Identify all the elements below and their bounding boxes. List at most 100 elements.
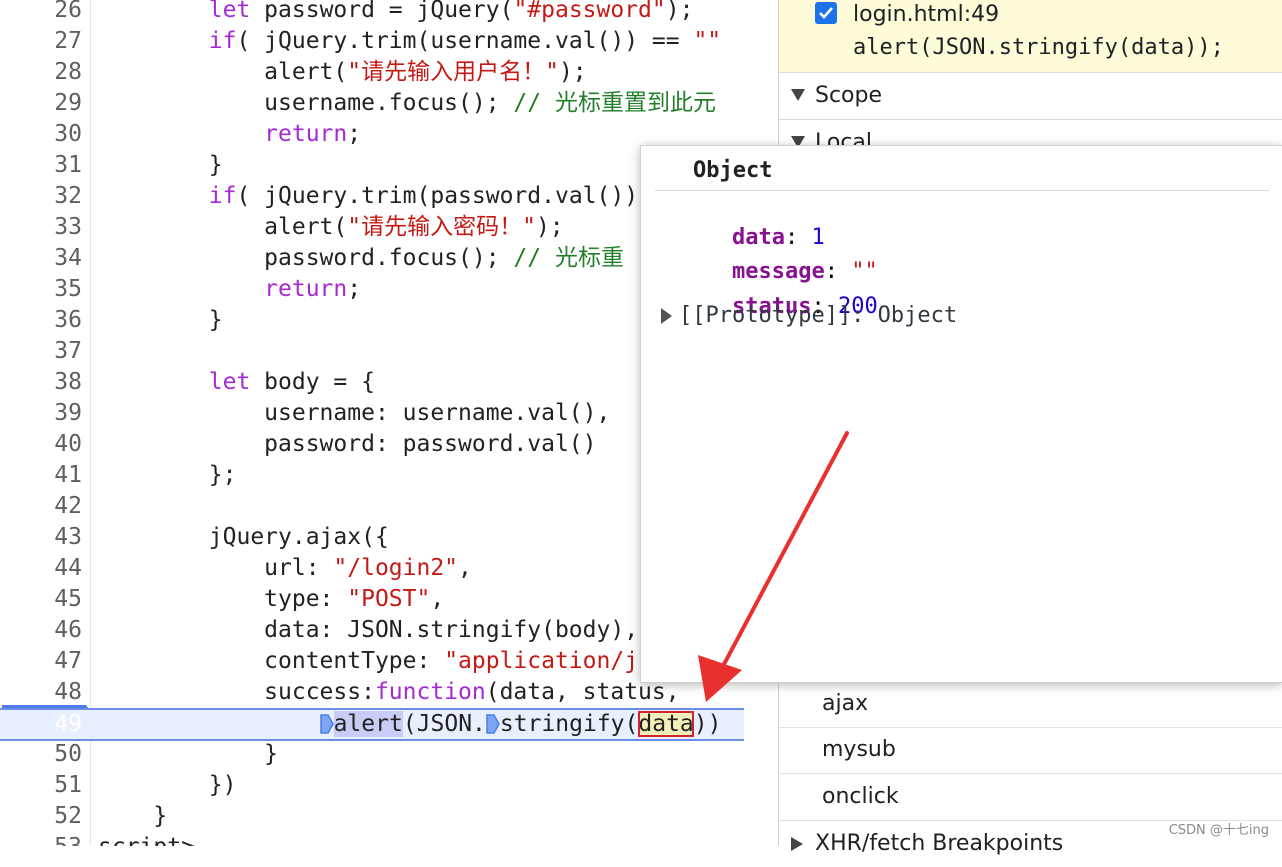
- object-preview-popover: Object data: 1 message: "" status: 200 […: [640, 145, 1282, 683]
- code-line[interactable]: 32 if( jQuery.trim(password.val()): [0, 181, 744, 212]
- code-text: type: "POST",: [98, 586, 445, 612]
- code-text: }: [98, 152, 223, 178]
- code-text: }: [98, 307, 223, 333]
- line-number[interactable]: 50: [0, 739, 82, 770]
- code-line[interactable]: 43 jQuery.ajax({: [0, 522, 744, 553]
- code-line[interactable]: 37: [0, 336, 744, 367]
- breakpoint-code: alert(JSON.stringify(data));: [853, 35, 1224, 60]
- code-text: alert("请先输入用户名！");: [98, 59, 587, 85]
- line-number[interactable]: 26: [0, 0, 82, 26]
- popover-title: Object: [693, 158, 773, 183]
- line-number[interactable]: 30: [0, 119, 82, 150]
- code-text: let body = {: [208, 369, 375, 395]
- xhr-breakpoints-label: XHR/fetch Breakpoints: [815, 831, 1064, 856]
- checkmark-icon: [819, 7, 833, 19]
- code-line[interactable]: 50 }: [0, 739, 744, 770]
- line-number[interactable]: 34: [0, 243, 82, 274]
- line-number[interactable]: 47: [0, 646, 82, 677]
- code-line[interactable]: 35 return;: [0, 274, 744, 305]
- inline-breakpoint-icon[interactable]: [486, 713, 500, 734]
- code-line[interactable]: 28 alert("请先输入用户名！");: [0, 57, 744, 88]
- line-number[interactable]: 42: [0, 491, 82, 522]
- code-line[interactable]: 38 let body = {: [0, 367, 744, 398]
- code-line[interactable]: 31 }: [0, 150, 744, 181]
- line-number[interactable]: 41: [0, 460, 82, 491]
- line-number[interactable]: 37: [0, 336, 82, 367]
- line-number[interactable]: 48: [0, 677, 82, 708]
- line-number[interactable]: 39: [0, 398, 82, 429]
- line-number[interactable]: 35: [0, 274, 82, 305]
- line-number[interactable]: 38: [0, 367, 82, 398]
- code-line[interactable]: 44 url: "/login2",: [0, 553, 744, 584]
- breakpoint-item[interactable]: login.html:49 alert(JSON.stringify(data)…: [779, 0, 1282, 73]
- code-line[interactable]: 36 }: [0, 305, 744, 336]
- breakpoint-checkbox[interactable]: [815, 2, 837, 24]
- prototype-entry[interactable]: [[Prototype]]: Object: [679, 303, 957, 328]
- code-text: return;: [264, 121, 362, 147]
- line-number[interactable]: 40: [0, 429, 82, 460]
- line-number[interactable]: 53: [0, 832, 82, 846]
- code-line[interactable]: 47 contentType: "application/j: [0, 646, 744, 677]
- line-number[interactable]: 44: [0, 553, 82, 584]
- code-line[interactable]: 45 type: "POST",: [0, 584, 744, 615]
- code-text: success:function(data, status,: [98, 679, 694, 705]
- inline-breakpoint-icon[interactable]: [319, 713, 334, 734]
- code-line[interactable]: 33 alert("请先输入密码！");: [0, 212, 744, 243]
- line-number[interactable]: 46: [0, 615, 82, 646]
- code-text: if( jQuery.trim(username.val()) == "": [208, 28, 722, 54]
- code-text: }: [98, 803, 168, 829]
- code-text: username: username.val(),: [98, 400, 611, 426]
- code-text: contentType: "application/j: [98, 648, 639, 674]
- line-number[interactable]: 31: [0, 150, 82, 181]
- code-text: }): [98, 772, 237, 798]
- code-text: alert(JSON. stringify(data)): [98, 710, 721, 739]
- code-line[interactable]: 41 };: [0, 460, 744, 491]
- line-number[interactable]: 32: [0, 181, 82, 212]
- line-number[interactable]: 27: [0, 26, 82, 57]
- code-line[interactable]: 34 password.focus(); // 光标重: [0, 243, 744, 274]
- line-number[interactable]: 51: [0, 770, 82, 801]
- line-number[interactable]: 36: [0, 305, 82, 336]
- code-text: let password = jQuery("#password");: [208, 0, 694, 23]
- scope-label: Scope: [815, 83, 883, 108]
- code-line[interactable]: 27 if( jQuery.trim(username.val()) == "": [0, 26, 744, 57]
- code-line[interactable]: 42: [0, 491, 744, 522]
- code-text: return;: [264, 276, 362, 302]
- code-line[interactable]: 39 username: username.val(),: [0, 398, 744, 429]
- code-line-current[interactable]: 49 alert(JSON. stringify(data)): [0, 708, 744, 741]
- code-line[interactable]: 29 username.focus(); // 光标重置到此元: [0, 88, 744, 119]
- breakpoint-location[interactable]: login.html:49: [853, 0, 999, 30]
- scope-section-header[interactable]: Scope: [779, 73, 1282, 120]
- watermark: CSDN @十七ing: [1168, 823, 1269, 838]
- expand-triangle-icon: [791, 89, 805, 101]
- line-number[interactable]: 52: [0, 801, 82, 832]
- line-number[interactable]: 29: [0, 88, 82, 119]
- code-line[interactable]: 48 success:function(data, status,: [0, 677, 744, 708]
- line-number[interactable]: 33: [0, 212, 82, 243]
- line-number[interactable]: 49: [0, 710, 82, 739]
- code-line[interactable]: 26 let password = jQuery("#password");: [0, 0, 744, 26]
- code-text: data: JSON.stringify(body),: [98, 617, 639, 643]
- code-line[interactable]: 51 }): [0, 770, 744, 801]
- code-text: password.focus(); // 光标重: [98, 245, 624, 271]
- popover-divider: [655, 190, 1269, 191]
- code-text: password: password.val(): [98, 431, 597, 457]
- code-line[interactable]: 30 return;: [0, 119, 744, 150]
- code-line[interactable]: 46 data: JSON.stringify(body),: [0, 615, 744, 646]
- code-line[interactable]: 53 script>: [0, 832, 744, 846]
- code-text: script>: [98, 832, 195, 846]
- call-stack-frame[interactable]: mysub: [779, 727, 1282, 774]
- expand-prototype-icon[interactable]: [661, 308, 672, 324]
- code-text: };: [98, 462, 237, 488]
- line-number[interactable]: 43: [0, 522, 82, 553]
- code-text: username.focus(); // 光标重置到此元: [98, 90, 716, 116]
- line-number[interactable]: 45: [0, 584, 82, 615]
- line-number[interactable]: 28: [0, 57, 82, 88]
- code-line[interactable]: 40 password: password.val(): [0, 429, 744, 460]
- call-stack-frame[interactable]: ajax: [779, 680, 1282, 728]
- code-text: }: [98, 741, 279, 767]
- call-stack-frame[interactable]: onclick: [779, 774, 1282, 821]
- code-text: alert("请先输入密码！");: [98, 214, 564, 240]
- code-line[interactable]: 52 }: [0, 801, 744, 832]
- code-editor[interactable]: 26 let password = jQuery("#password"); 27…: [0, 0, 744, 846]
